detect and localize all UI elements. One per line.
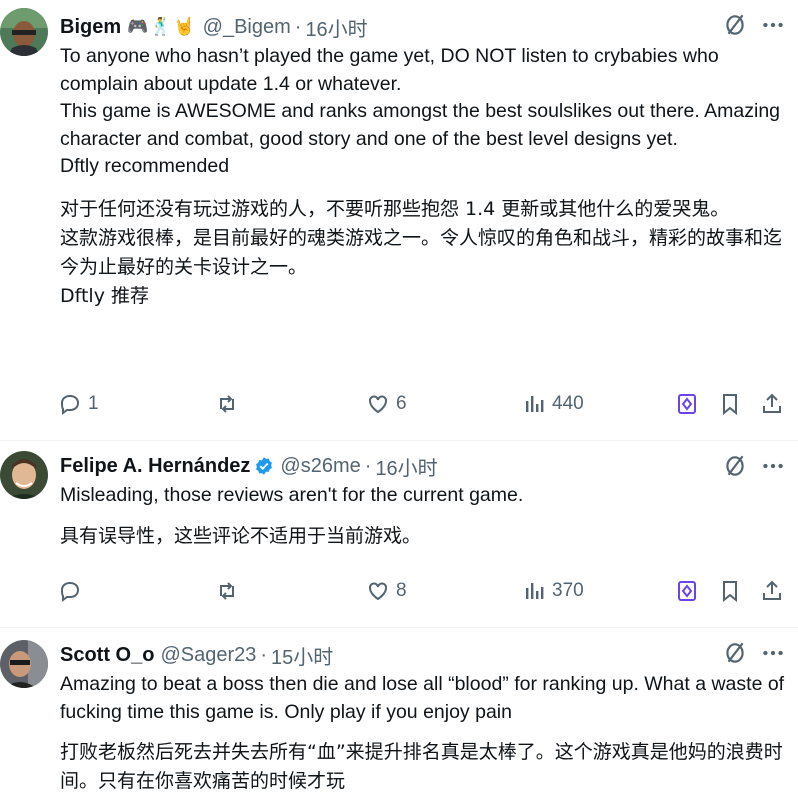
avatar[interactable]: [0, 8, 48, 56]
views-icon: [526, 396, 544, 412]
user-handle[interactable]: @_Bigem: [203, 16, 291, 39]
name-emoji: 🎮🕺🤘: [127, 17, 197, 36]
tweet-text: To anyone who hasn’t played the game yet…: [60, 43, 790, 311]
tweet-text-original: Misleading, those reviews aren't for the…: [60, 484, 524, 506]
reply-icon: [60, 581, 80, 602]
tweet-header: Felipe A. Hernández @s26me · 16小时: [60, 452, 438, 481]
more-options-icon[interactable]: [760, 453, 786, 479]
share-icon: [763, 580, 781, 600]
tweet-header: Scott O_o @Sager23 · 15小时: [60, 641, 333, 670]
user-handle[interactable]: @s26me: [280, 455, 360, 478]
retweet-icon: [220, 582, 234, 600]
avatar[interactable]: [0, 640, 48, 688]
tweet-header: Bigem 🎮🕺🤘 @_Bigem · 16小时: [60, 13, 368, 42]
views-button[interactable]: 440: [522, 388, 584, 420]
like-button[interactable]: 6: [366, 388, 407, 420]
separator-dot: ·: [364, 454, 372, 477]
bookmark-button[interactable]: [718, 388, 742, 420]
verified-badge-icon: [254, 456, 274, 476]
like-button[interactable]: 8: [366, 575, 407, 607]
retweet-icon: [220, 395, 234, 413]
views-button[interactable]: 370: [522, 575, 584, 607]
timestamp[interactable]: 16小时: [375, 452, 437, 481]
grok-button[interactable]: [675, 388, 699, 420]
tweet-text-translated: 具有误导性，这些评论不适用于当前游戏。: [60, 524, 422, 547]
bookmark-icon: [723, 394, 737, 416]
heart-icon: [369, 582, 387, 601]
tweet-text: Amazing to beat a boss then die and lose…: [60, 671, 790, 796]
tweet-text: Misleading, those reviews aren't for the…: [60, 482, 790, 551]
tweet-text-translated: 打败老板然后死去并失去所有“血”来提升排名真是太棒了。这个游戏真是他妈的浪费时间…: [60, 741, 783, 792]
reply-button[interactable]: 1: [58, 388, 99, 420]
timestamp[interactable]: 15小时: [271, 641, 333, 670]
more-options-icon[interactable]: [760, 640, 786, 666]
views-count: 440: [552, 393, 584, 414]
translate-icon[interactable]: [722, 12, 748, 38]
retweet-button[interactable]: [215, 388, 245, 420]
retweet-button[interactable]: [215, 575, 245, 607]
bookmark-button[interactable]: [718, 575, 742, 607]
tweet-divider: [0, 440, 798, 441]
tweet-text-translated: 对于任何还没有玩过游戏的人，不要听那些抱怨 1.4 更新或其他什么的爱哭鬼。 这…: [60, 197, 783, 307]
tweet-actions: 1 6 440: [58, 388, 788, 420]
separator-dot: ·: [294, 15, 302, 38]
share-button[interactable]: [760, 575, 784, 607]
tweet-actions: 8 370: [58, 575, 788, 607]
translate-icon[interactable]: [722, 453, 748, 479]
bookmark-icon: [723, 581, 737, 603]
avatar[interactable]: [0, 451, 48, 499]
timestamp[interactable]: 16小时: [305, 13, 367, 42]
views-icon: [526, 583, 544, 599]
grok-button[interactable]: [675, 575, 699, 607]
like-count: 8: [396, 580, 407, 601]
tweet-divider: [0, 627, 798, 628]
user-handle[interactable]: @Sager23: [160, 644, 256, 667]
heart-icon: [369, 395, 387, 414]
share-icon: [763, 393, 781, 413]
display-name[interactable]: Bigem: [60, 16, 121, 39]
translate-icon[interactable]: [722, 640, 748, 666]
reply-count: 1: [88, 393, 99, 414]
tweet-text-original: Amazing to beat a boss then die and lose…: [60, 673, 790, 723]
tweet-text-original: To anyone who hasn’t played the game yet…: [60, 45, 781, 177]
share-button[interactable]: [760, 388, 784, 420]
grok-icon: [678, 394, 696, 414]
reply-icon: [60, 394, 80, 415]
separator-dot: ·: [260, 643, 268, 666]
display-name[interactable]: Scott O_o: [60, 644, 154, 667]
display-name[interactable]: Felipe A. Hernández: [60, 455, 250, 478]
like-count: 6: [396, 393, 407, 414]
reply-button[interactable]: [58, 575, 88, 607]
views-count: 370: [552, 580, 584, 601]
grok-icon: [678, 581, 696, 601]
more-options-icon[interactable]: [760, 12, 786, 38]
